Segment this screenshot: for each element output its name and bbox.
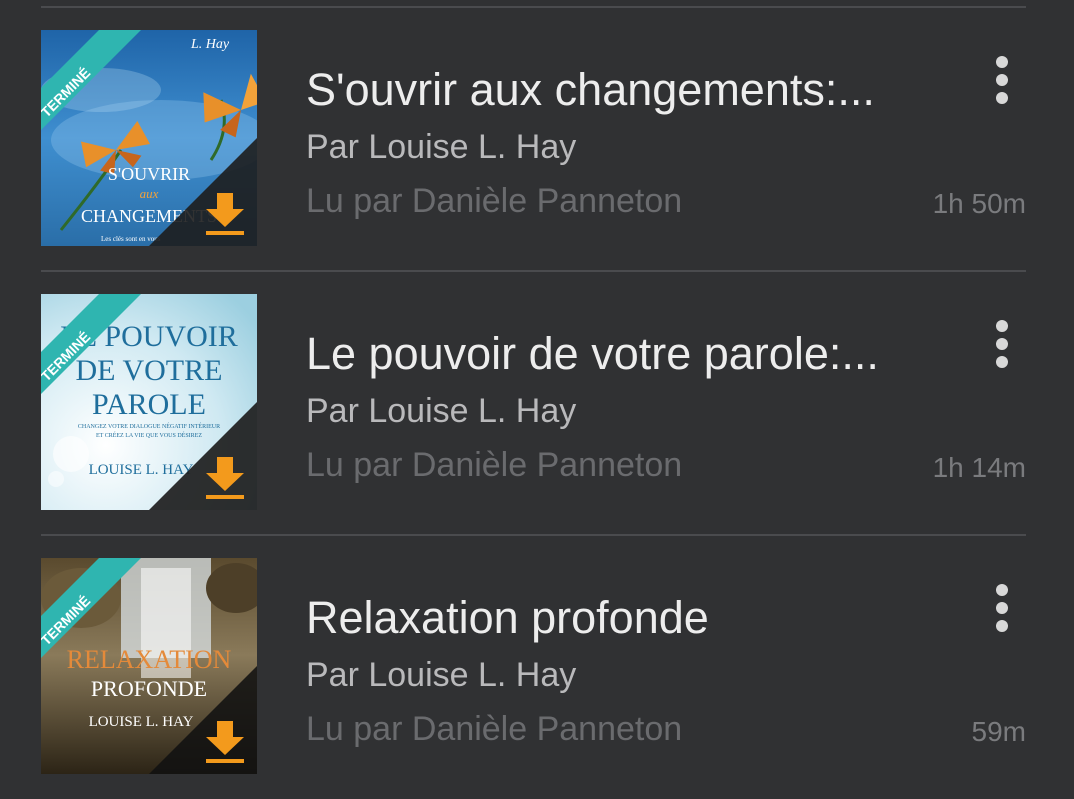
svg-text:LOUISE L. HAY: LOUISE L. HAY xyxy=(89,714,194,730)
book-narrator: Lu par Danièle Panneton xyxy=(306,710,683,748)
list-item-book-1[interactable]: L. Hay S'OUVRIR aux CHANGEMENTS Les clés… xyxy=(0,0,1074,264)
book-author: Par Louise L. Hay xyxy=(306,656,577,694)
svg-text:Les clés sont en vous: Les clés sont en vous xyxy=(101,235,161,243)
book-author: Par Louise L. Hay xyxy=(306,392,577,430)
book-duration: 1h 14m xyxy=(932,452,1026,483)
svg-text:RELAXATION: RELAXATION xyxy=(67,645,232,674)
more-vert-icon[interactable] xyxy=(982,578,1022,638)
svg-text:CHANGEZ VOTRE DIALOGUE NÉGATIF: CHANGEZ VOTRE DIALOGUE NÉGATIF INTÉRIEUR xyxy=(78,422,220,430)
svg-text:L. Hay: L. Hay xyxy=(190,37,230,52)
svg-text:PROFONDE: PROFONDE xyxy=(91,676,207,701)
book-title: Relaxation profonde xyxy=(306,592,709,643)
list-item-book-3[interactable]: RELAXATION PROFONDE LOUISE L. HAY TERMIN… xyxy=(0,528,1074,792)
book-duration: 59m xyxy=(971,716,1026,747)
book-duration: 1h 50m xyxy=(932,188,1026,219)
cover-art: L. Hay S'OUVRIR aux CHANGEMENTS Les clés… xyxy=(41,30,257,246)
book-narrator: Lu par Danièle Panneton xyxy=(306,446,683,484)
book-narrator: Lu par Danièle Panneton xyxy=(306,182,683,220)
book-cover-3[interactable]: RELAXATION PROFONDE LOUISE L. HAY TERMIN… xyxy=(41,558,257,774)
svg-text:DE VOTRE: DE VOTRE xyxy=(76,354,223,387)
more-vert-icon[interactable] xyxy=(982,50,1022,110)
svg-text:LOUISE L. HAY: LOUISE L. HAY xyxy=(89,462,194,478)
more-vert-icon[interactable] xyxy=(982,314,1022,374)
book-title: S'ouvrir aux changements:... xyxy=(306,64,875,115)
list-item-book-2[interactable]: LE POUVOIR DE VOTRE PAROLE CHANGEZ VOTRE… xyxy=(0,264,1074,528)
book-title: Le pouvoir de votre parole:... xyxy=(306,328,879,379)
audiobook-list: L. Hay S'OUVRIR aux CHANGEMENTS Les clés… xyxy=(0,0,1074,799)
cover-art: LE POUVOIR DE VOTRE PAROLE CHANGEZ VOTRE… xyxy=(41,294,257,510)
cover-art: RELAXATION PROFONDE LOUISE L. HAY TERMIN… xyxy=(41,558,257,774)
svg-text:ET CRÉEZ LA VIE QUE VOUS DÉSIR: ET CRÉEZ LA VIE QUE VOUS DÉSIREZ xyxy=(96,431,202,439)
book-cover-2[interactable]: LE POUVOIR DE VOTRE PAROLE CHANGEZ VOTRE… xyxy=(41,294,257,510)
svg-text:aux: aux xyxy=(140,186,159,201)
svg-text:PAROLE: PAROLE xyxy=(92,388,206,421)
book-cover-1[interactable]: L. Hay S'OUVRIR aux CHANGEMENTS Les clés… xyxy=(41,30,257,246)
book-author: Par Louise L. Hay xyxy=(306,128,577,166)
svg-text:S'OUVRIR: S'OUVRIR xyxy=(108,164,190,184)
